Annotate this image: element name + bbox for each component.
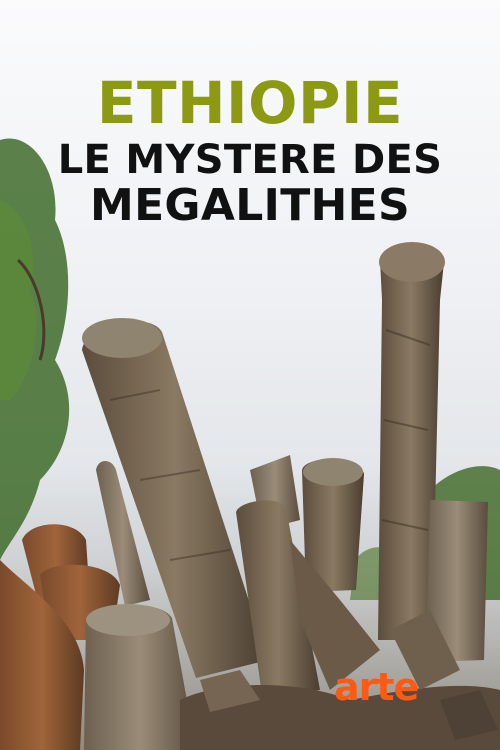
title-country: ETHIOPIE — [96, 69, 404, 137]
arte-logo: arte — [334, 665, 419, 709]
title-block: ETHIOPIE LE MYSTERE DES MEGALITHES — [0, 74, 500, 228]
poster: ETHIOPIE LE MYSTERE DES MEGALITHES arte — [0, 0, 500, 750]
title-subtitle-line2: MEGALITHES — [89, 180, 410, 231]
title-subtitle-line1: LE MYSTERE DES — [57, 137, 443, 183]
